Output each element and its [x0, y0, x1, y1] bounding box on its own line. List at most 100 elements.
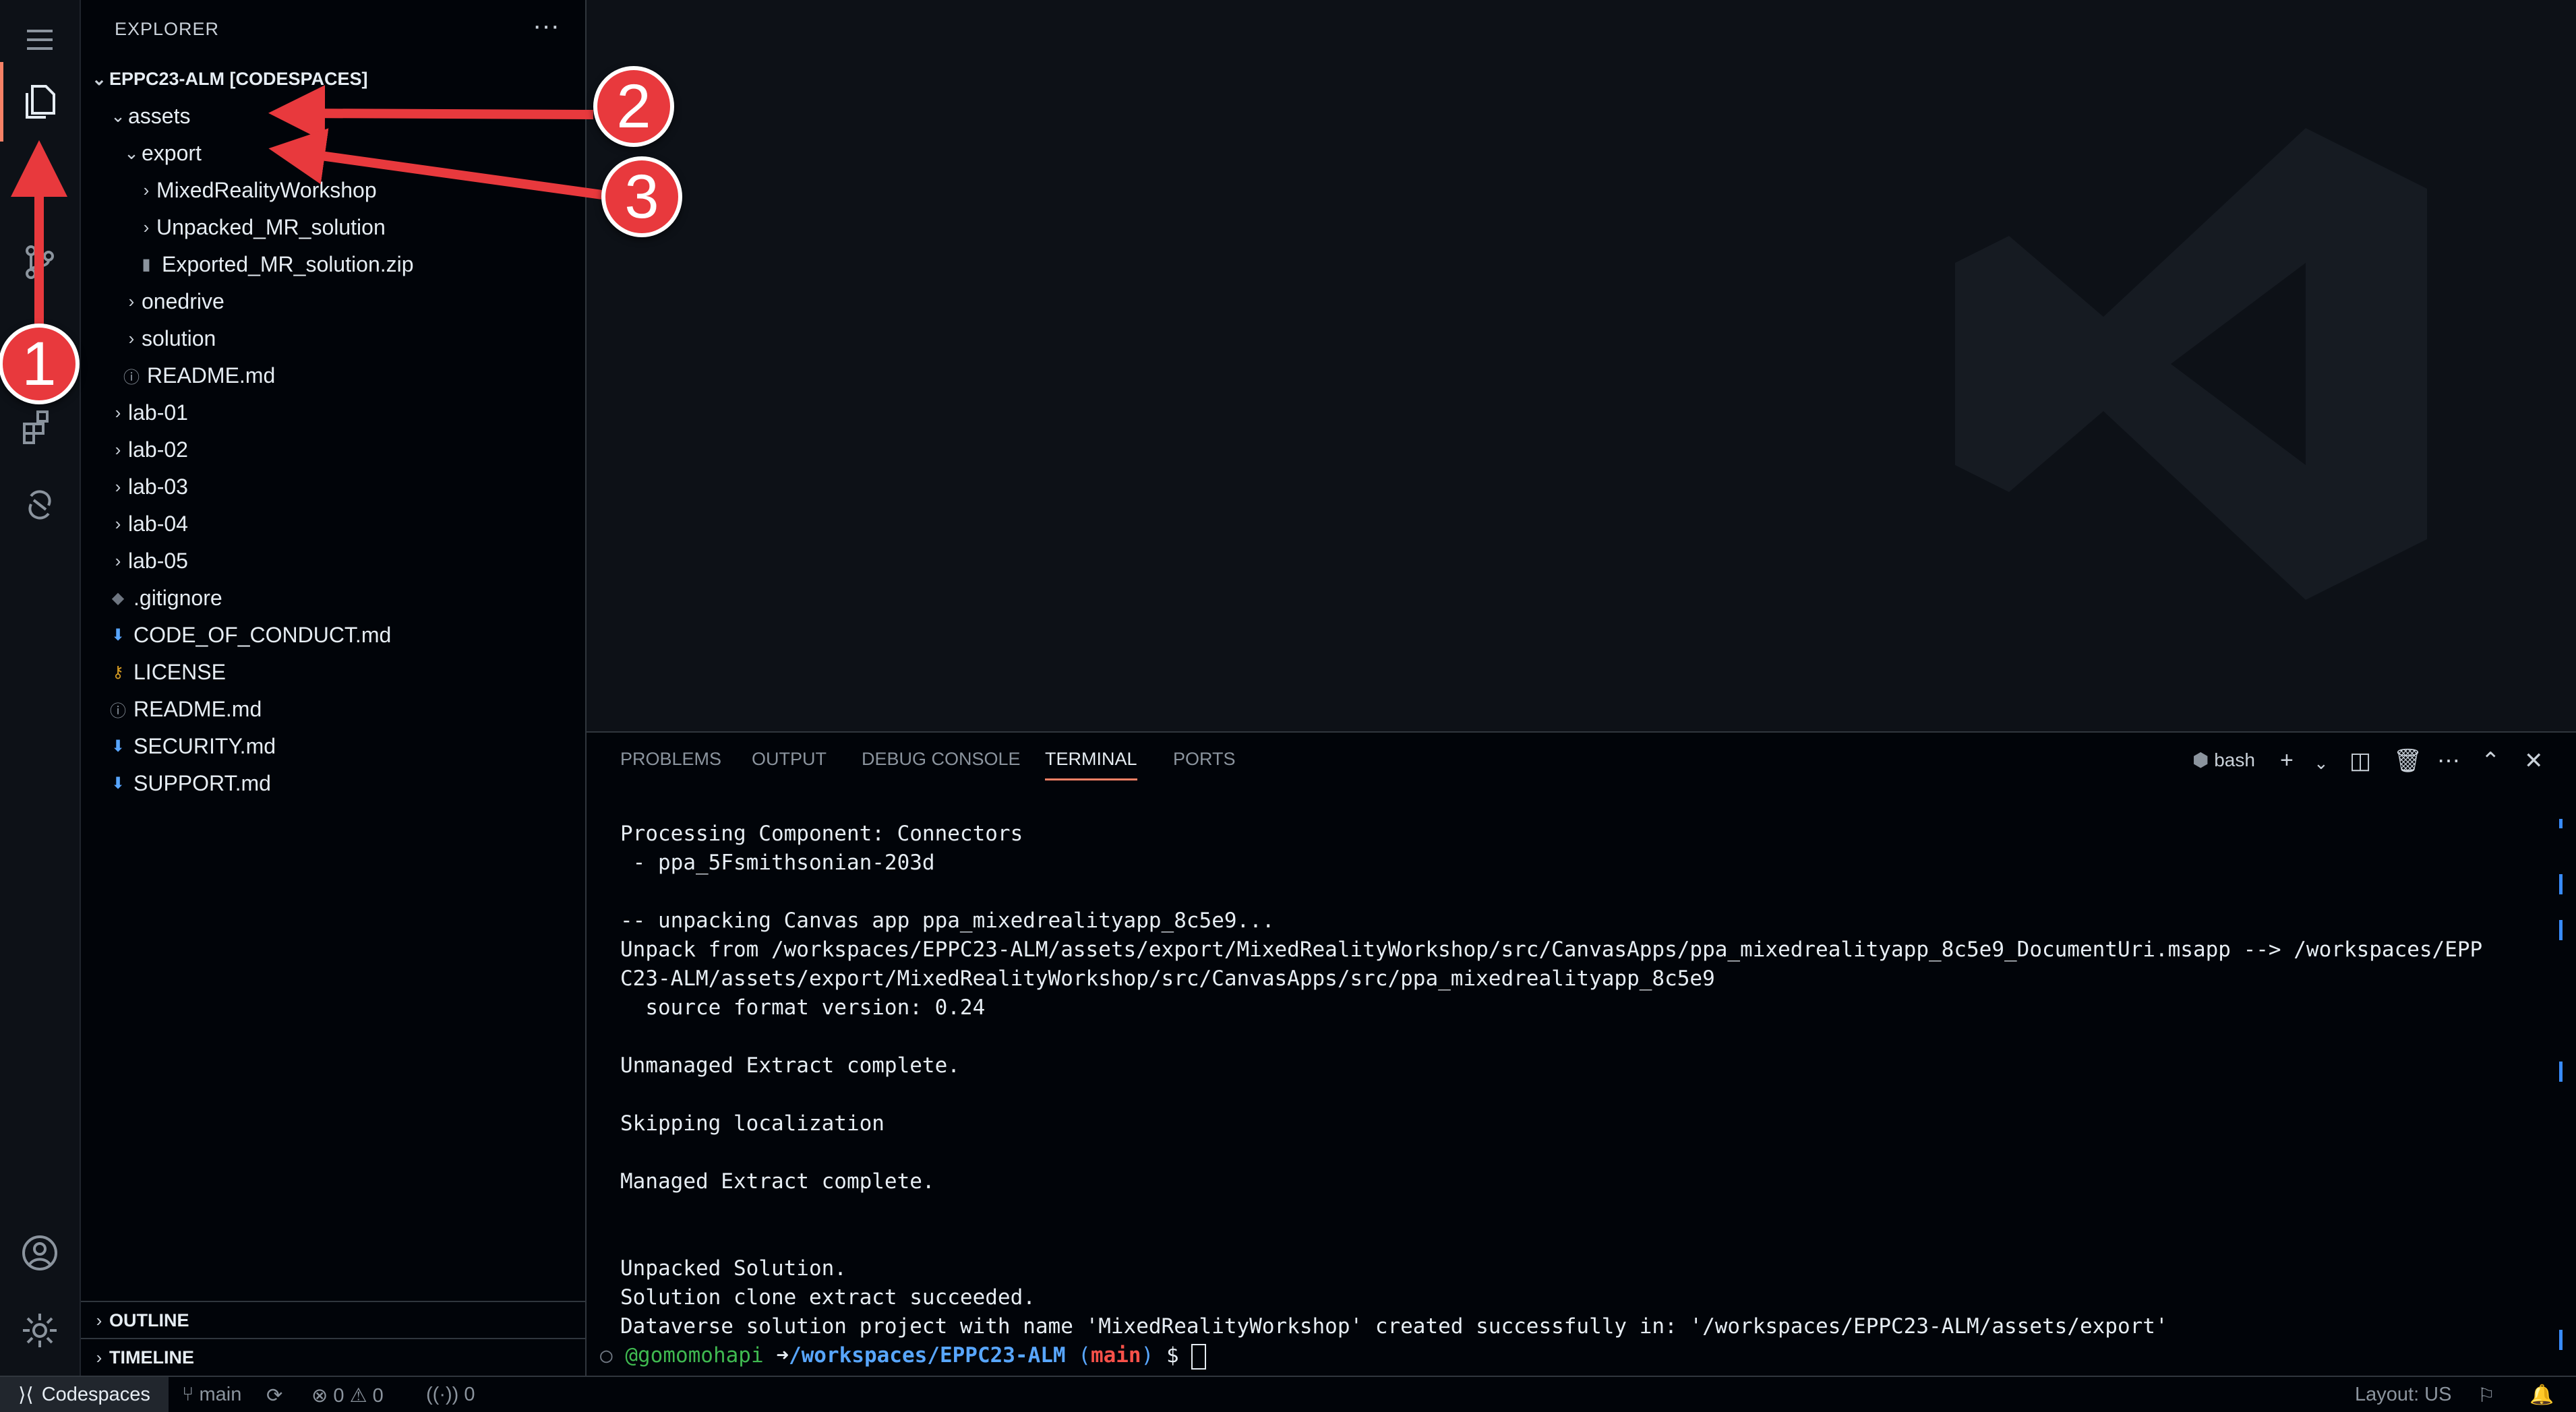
shell-label: bash — [2214, 749, 2255, 770]
tree-item-lab-03[interactable]: › lab-03 — [81, 468, 612, 505]
tree-item-mixedrealityworkshop[interactable]: › MixedRealityWorkshop — [81, 172, 640, 209]
tree-item-lab-05[interactable]: › lab-05 — [81, 543, 612, 580]
tree-item-solution[interactable]: › solution — [81, 320, 626, 357]
prompt-branch: main — [1090, 1343, 1141, 1368]
chevron-right-icon: › — [115, 439, 121, 460]
tab-debug-console[interactable]: DEBUG CONSOLE — [862, 749, 1021, 770]
explorer-icon[interactable] — [0, 62, 80, 142]
feedback-icon[interactable]: ⚐ — [2478, 1384, 2495, 1407]
tree-item-assets-readme[interactable]: ⓘ README.md — [81, 357, 626, 394]
ports-count: 0 — [464, 1384, 475, 1405]
tree-item-support[interactable]: ⬇ SUPPORT.md — [81, 765, 612, 802]
more-actions-icon[interactable]: ··· — [533, 11, 560, 41]
terminal-line: Skipping localization — [620, 1111, 885, 1136]
tree-item-lab-02[interactable]: › lab-02 — [81, 431, 612, 468]
branch-icon: ⑂ — [182, 1384, 194, 1405]
source-control-icon[interactable] — [0, 222, 80, 302]
tree-item-label: lab-01 — [128, 400, 188, 425]
outline-label: OUTLINE — [109, 1310, 189, 1330]
tree-item-lab-01[interactable]: › lab-01 — [81, 394, 612, 431]
license-icon: ⚷ — [112, 663, 124, 681]
terminal-cursor — [1191, 1343, 1207, 1370]
markdown-download-icon: ⬇ — [111, 737, 125, 756]
chevron-right-icon: › — [143, 217, 150, 237]
terminal-line: C23-ALM/assets/export/MixedRealityWorksh… — [620, 966, 1715, 991]
close-panel-icon[interactable]: ✕ — [2524, 747, 2544, 774]
tab-ports[interactable]: PORTS — [1173, 749, 1236, 770]
outline-section[interactable]: › OUTLINE — [81, 1301, 585, 1339]
info-icon: ⓘ — [123, 369, 140, 387]
account-icon[interactable] — [0, 1213, 80, 1293]
activity-bar — [0, 0, 81, 1376]
warning-icon: ⚠ — [349, 1385, 367, 1407]
ports-indicator[interactable]: ((·)) 0 — [426, 1384, 475, 1406]
tree-item-license[interactable]: ⚷ LICENSE — [81, 654, 612, 691]
chevron-right-icon: › — [115, 477, 121, 497]
maximize-panel-icon[interactable]: ⌃ — [2481, 747, 2500, 774]
tree-item-exported-zip[interactable]: ▮ Exported_MR_solution.zip — [81, 246, 640, 283]
error-icon: ⊗ — [311, 1385, 328, 1407]
broadcast-icon: ((·)) — [426, 1384, 459, 1405]
prompt-branch-open: ( — [1078, 1343, 1091, 1368]
terminal-line: Processing Component: Connectors — [620, 822, 1023, 846]
markdown-download-icon: ⬇ — [111, 774, 125, 793]
tree-item-assets[interactable]: ⌄ assets — [81, 98, 612, 135]
tree-item-label: solution — [142, 326, 216, 350]
scroll-marker — [2559, 819, 2563, 828]
tree-item-unpacked-mr-solution[interactable]: › Unpacked_MR_solution — [81, 209, 640, 246]
chevron-right-icon: › — [143, 180, 150, 200]
warnings-count: 0 — [372, 1385, 384, 1407]
problems-indicator[interactable]: ⊗ 0 ⚠ 0 — [311, 1384, 384, 1407]
trash-icon[interactable]: 🗑 — [2393, 747, 2422, 774]
tree-item-label: lab-05 — [128, 549, 188, 573]
workspace-root-label: EPPC23-ALM [CODESPACES] — [109, 69, 368, 89]
tree-item-label: SUPPORT.md — [133, 771, 271, 795]
tab-output[interactable]: OUTPUT — [752, 749, 827, 770]
terminal-shell-selector[interactable]: ⬢ bash — [2192, 749, 2255, 771]
tree-item-gitignore[interactable]: ◆ .gitignore — [81, 580, 612, 617]
tree-item-code-of-conduct[interactable]: ⬇ CODE_OF_CONDUCT.md — [81, 617, 612, 654]
editor-area — [587, 0, 2576, 730]
chevron-right-icon: › — [128, 291, 135, 311]
tree-item-readme[interactable]: ⓘ README.md — [81, 691, 612, 728]
tree-item-label: .gitignore — [133, 586, 222, 610]
errors-count: 0 — [333, 1385, 345, 1407]
power-platform-icon[interactable] — [0, 465, 80, 545]
branch-label: main — [199, 1384, 242, 1405]
search-icon[interactable] — [0, 142, 80, 221]
tree-item-security[interactable]: ⬇ SECURITY.md — [81, 728, 612, 765]
timeline-section[interactable]: › TIMELINE — [81, 1338, 585, 1376]
scroll-marker — [2559, 920, 2563, 940]
prompt-status-dot-icon: ○ — [600, 1343, 626, 1368]
tree-item-export[interactable]: ⌄ export — [81, 135, 626, 172]
more-actions-icon[interactable]: ⋯ — [2437, 747, 2460, 774]
markdown-download-icon: ⬇ — [111, 626, 125, 644]
chevron-right-icon: › — [96, 1310, 102, 1330]
sync-icon[interactable]: ⟳ — [266, 1384, 282, 1407]
prompt-user: @gomomohapi — [625, 1343, 764, 1368]
info-icon: ⓘ — [110, 702, 126, 720]
new-terminal-icon[interactable]: + — [2280, 747, 2294, 774]
branch-indicator[interactable]: ⑂ main — [182, 1384, 241, 1406]
chevron-right-icon: › — [115, 402, 121, 423]
chevron-down-icon[interactable]: ⌄ — [2314, 753, 2329, 774]
tab-problems[interactable]: PROBLEMS — [620, 749, 721, 770]
tab-terminal[interactable]: TERMINAL — [1045, 749, 1137, 780]
tree-item-label: MixedRealityWorkshop — [156, 178, 377, 202]
terminal-line: Unmanaged Extract complete. — [620, 1053, 960, 1078]
terminal-line: Managed Extract complete. — [620, 1169, 935, 1194]
tree-item-label: lab-02 — [128, 437, 188, 462]
remote-indicator[interactable]: ⟩⟨ Codespaces — [0, 1377, 169, 1412]
chevron-down-icon: ⌄ — [92, 69, 107, 89]
workspace-root[interactable]: ⌄ EPPC23-ALM [CODESPACES] — [81, 61, 593, 98]
tree-item-lab-04[interactable]: › lab-04 — [81, 505, 612, 543]
tree-item-label: assets — [128, 104, 191, 128]
tree-item-label: Exported_MR_solution.zip — [162, 252, 414, 276]
terminal-prompt: ○ @gomomohapi ➜/workspaces/EPPC23-ALM (m… — [600, 1343, 1207, 1370]
zip-file-icon: ▮ — [142, 255, 151, 274]
layout-indicator[interactable]: Layout: US — [2355, 1384, 2451, 1406]
tree-item-onedrive[interactable]: › onedrive — [81, 283, 626, 320]
split-terminal-icon[interactable]: ◫ — [2349, 747, 2371, 774]
settings-gear-icon[interactable] — [0, 1291, 80, 1370]
bell-icon[interactable]: 🔔 — [2529, 1384, 2554, 1407]
